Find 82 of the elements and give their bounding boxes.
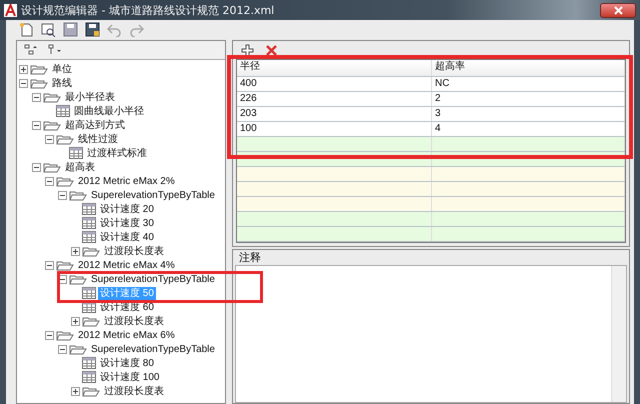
tree-item[interactable]: 设计速度 100 bbox=[98, 370, 162, 384]
tree-item[interactable]: 过渡段长度表 bbox=[102, 384, 166, 398]
expand-icon[interactable] bbox=[71, 246, 80, 256]
table-icon bbox=[82, 287, 96, 299]
tree-item[interactable]: 过渡段长度表 bbox=[102, 244, 166, 258]
folder-icon bbox=[82, 316, 100, 326]
collapse-icon[interactable] bbox=[32, 162, 41, 172]
tree-item[interactable]: SuperelevationTypeByTable bbox=[89, 342, 217, 356]
collapse-icon[interactable] bbox=[45, 134, 54, 144]
tree-item[interactable]: 设计速度 20 bbox=[98, 202, 156, 216]
folder-icon bbox=[56, 330, 74, 340]
tree-item[interactable]: 过渡段长度表 bbox=[102, 314, 166, 328]
table-cell: 4 bbox=[432, 122, 625, 136]
folder-icon bbox=[30, 64, 48, 74]
tree-item[interactable]: 超高表 bbox=[63, 160, 97, 174]
table-icon bbox=[82, 231, 96, 243]
folder-icon bbox=[56, 134, 74, 144]
tree-item[interactable]: SuperelevationTypeByTable bbox=[89, 272, 217, 286]
collapse-icon[interactable] bbox=[19, 78, 28, 88]
table-cell: 226 bbox=[237, 92, 432, 106]
folder-icon bbox=[69, 190, 87, 200]
tree-item[interactable]: SuperelevationTypeByTable bbox=[89, 188, 217, 202]
collapse-icon[interactable] bbox=[58, 344, 67, 354]
column-header[interactable]: 半径 bbox=[237, 60, 432, 76]
tree-item[interactable]: 过渡样式标准 bbox=[85, 146, 149, 160]
scrollbar[interactable] bbox=[611, 266, 626, 402]
tree-item[interactable]: 设计速度 30 bbox=[98, 216, 156, 230]
tree-item[interactable]: 超高达到方式 bbox=[63, 118, 127, 132]
expand-icon[interactable] bbox=[19, 64, 28, 74]
table-cell: 3 bbox=[432, 107, 625, 121]
folder-icon bbox=[69, 274, 87, 284]
tree-item[interactable]: 设计速度 40 bbox=[98, 230, 156, 244]
tree-item[interactable]: 圆曲线最小半径 bbox=[72, 104, 146, 118]
close-icon bbox=[614, 6, 622, 14]
new-file-icon[interactable] bbox=[18, 21, 34, 37]
collapse-icon[interactable] bbox=[32, 120, 41, 130]
tree-item[interactable]: 线性过渡 bbox=[76, 132, 120, 146]
tree-item[interactable]: 单位 bbox=[50, 62, 74, 76]
save-all-icon[interactable] bbox=[84, 21, 100, 37]
table-cell: 400 bbox=[237, 77, 432, 91]
folder-icon bbox=[56, 260, 74, 270]
collapse-icon[interactable] bbox=[45, 176, 54, 186]
folder-icon bbox=[56, 176, 74, 186]
folder-icon bbox=[43, 92, 61, 102]
table-icon bbox=[69, 147, 83, 159]
folder-icon bbox=[30, 78, 48, 88]
tree-item[interactable]: 2012 Metric eMax 2% bbox=[76, 174, 177, 188]
column-header[interactable]: 超高率 bbox=[432, 60, 625, 76]
table-cell: 203 bbox=[237, 107, 432, 121]
table-cell: 100 bbox=[237, 122, 432, 136]
table-cell: 2 bbox=[432, 92, 625, 106]
folder-icon bbox=[43, 120, 61, 130]
expand-icon[interactable] bbox=[71, 386, 80, 396]
tree-item[interactable]: 路线 bbox=[50, 76, 74, 90]
table-icon bbox=[56, 105, 70, 117]
notes-field[interactable] bbox=[235, 265, 627, 403]
tree-item[interactable]: 2012 Metric eMax 4% bbox=[76, 258, 177, 272]
folder-icon bbox=[43, 162, 61, 172]
tree-item[interactable]: 最小半径表 bbox=[63, 90, 117, 104]
folder-icon bbox=[82, 246, 100, 256]
save-icon[interactable] bbox=[62, 21, 78, 37]
folder-icon bbox=[69, 344, 87, 354]
table-icon bbox=[82, 203, 96, 215]
table-icon bbox=[82, 217, 96, 229]
table-cell: NC bbox=[432, 77, 625, 91]
notes-label: 注释 bbox=[238, 250, 262, 265]
app-logo-icon bbox=[4, 4, 17, 16]
collapse-icon[interactable] bbox=[45, 330, 54, 340]
folder-icon bbox=[82, 386, 100, 396]
collapse-icon[interactable] bbox=[58, 190, 67, 200]
expand-icon[interactable] bbox=[71, 316, 80, 326]
tree-item[interactable]: 设计速度 80 bbox=[98, 356, 156, 370]
collapse-icon[interactable] bbox=[32, 92, 41, 102]
add-icon[interactable] bbox=[239, 42, 255, 58]
window-title: 设计规范编辑器 - 城市道路路线设计规范 2012.xml bbox=[21, 2, 276, 18]
table-icon bbox=[82, 357, 96, 369]
table-icon bbox=[82, 371, 96, 383]
tree-item[interactable]: 2012 Metric eMax 6% bbox=[76, 328, 177, 342]
preview-icon[interactable] bbox=[40, 21, 56, 37]
delete-icon[interactable] bbox=[263, 42, 279, 58]
close-button[interactable] bbox=[600, 2, 636, 18]
collapse-icon[interactable] bbox=[45, 260, 54, 270]
